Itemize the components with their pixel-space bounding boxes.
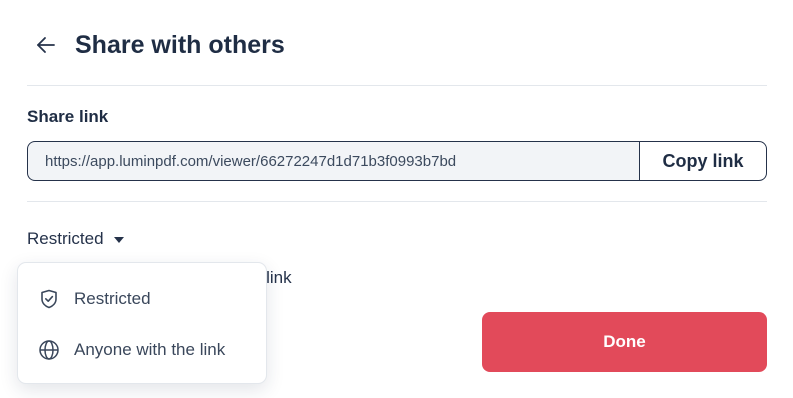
- dialog-header: Share with others: [27, 26, 285, 64]
- globe-icon: [38, 339, 60, 361]
- menu-item-label: Restricted: [74, 288, 151, 308]
- share-link-label: Share link: [27, 107, 109, 126]
- caret-down-icon: [113, 237, 124, 243]
- back-button[interactable]: [27, 26, 65, 64]
- page-title: Share with others: [75, 30, 285, 59]
- menu-item-restricted[interactable]: Restricted: [18, 273, 266, 324]
- access-level-select[interactable]: Restricted: [27, 227, 125, 251]
- access-level-value: Restricted: [27, 229, 104, 248]
- share-link-input[interactable]: [27, 141, 639, 181]
- menu-item-label: Anyone with the link: [74, 339, 226, 359]
- copy-link-button[interactable]: Copy link: [639, 141, 767, 181]
- menu-item-anyone-with-link[interactable]: Anyone with the link: [18, 324, 266, 375]
- arrow-left-icon: [37, 37, 55, 53]
- done-button[interactable]: Done: [482, 312, 767, 372]
- shield-check-icon: [38, 288, 60, 310]
- divider: [27, 201, 767, 202]
- divider: [27, 85, 767, 86]
- share-link-row: Copy link: [27, 141, 767, 181]
- access-dropdown-menu: Restricted Anyone with the link: [17, 262, 267, 384]
